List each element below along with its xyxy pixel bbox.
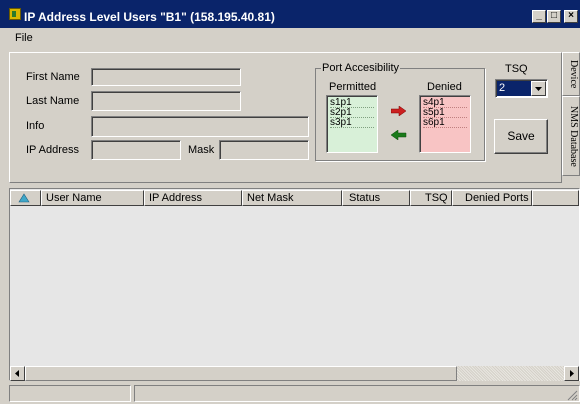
app-icon[interactable]: [9, 8, 21, 20]
chevron-down-icon: [535, 87, 542, 91]
first-name-label: First Name: [26, 71, 80, 83]
permitted-ports-list[interactable]: s1p1 s2p1 s3p1: [326, 95, 378, 153]
scroll-left-button[interactable]: [10, 366, 25, 381]
scroll-right-button[interactable]: [564, 366, 579, 381]
menu-file[interactable]: File: [15, 32, 33, 44]
arrow-right-small-icon: [570, 370, 574, 377]
column-header-filler: [532, 190, 579, 206]
column-header-status[interactable]: Status: [342, 190, 410, 206]
permitted-label: Permitted: [329, 81, 377, 93]
move-to-permitted-button[interactable]: [390, 129, 407, 143]
close-button[interactable]: ×: [564, 10, 578, 23]
arrow-left-icon: [390, 129, 407, 141]
last-name-label: Last Name: [26, 95, 80, 107]
column-header-net-mask[interactable]: Net Mask: [242, 190, 342, 206]
arrow-right-icon: [390, 105, 407, 117]
ip-address-field[interactable]: [91, 140, 181, 160]
mask-label: Mask: [188, 144, 215, 156]
menu-bar: [0, 29, 580, 47]
mask-field[interactable]: [219, 140, 309, 160]
port-accessibility-label: Port Accesibility: [321, 62, 401, 74]
sort-column-header[interactable]: [10, 190, 41, 206]
column-header-ip-address[interactable]: IP Address: [144, 190, 242, 206]
window-title: IP Address Level Users "B1" (158.195.40.…: [24, 10, 275, 24]
port-item[interactable]: s6p1: [423, 118, 467, 128]
port-item[interactable]: s3p1: [330, 118, 374, 128]
scroll-thumb[interactable]: [25, 366, 457, 381]
denied-ports-list[interactable]: s4p1 s5p1 s6p1: [419, 95, 471, 153]
tsq-dropdown-button[interactable]: [531, 81, 546, 96]
denied-label: Denied: [427, 81, 462, 93]
status-panel-main: [134, 385, 580, 402]
tsq-selected-value: 2: [497, 81, 531, 96]
status-panel-left: [9, 385, 131, 402]
tsq-label: TSQ: [505, 63, 528, 75]
move-to-denied-button[interactable]: [390, 105, 407, 119]
column-header-tsq[interactable]: TSQ: [410, 190, 452, 206]
maximize-button[interactable]: □: [547, 10, 561, 23]
tab-device[interactable]: Device: [562, 52, 580, 96]
tab-nms-database[interactable]: NMS Database: [562, 96, 580, 176]
first-name-field[interactable]: [91, 68, 241, 86]
info-field[interactable]: [91, 116, 309, 137]
ip-address-label: IP Address: [26, 144, 79, 156]
info-label: Info: [26, 120, 45, 132]
last-name-field[interactable]: [91, 91, 241, 111]
minimize-button[interactable]: _: [532, 10, 546, 23]
arrow-left-small-icon: [15, 370, 19, 377]
sort-ascending-icon: [18, 193, 30, 203]
users-table: [9, 188, 580, 381]
column-header-user-name[interactable]: User Name: [41, 190, 144, 206]
column-header-denied-ports[interactable]: Denied Ports: [452, 190, 532, 206]
save-button[interactable]: Save: [494, 119, 548, 154]
